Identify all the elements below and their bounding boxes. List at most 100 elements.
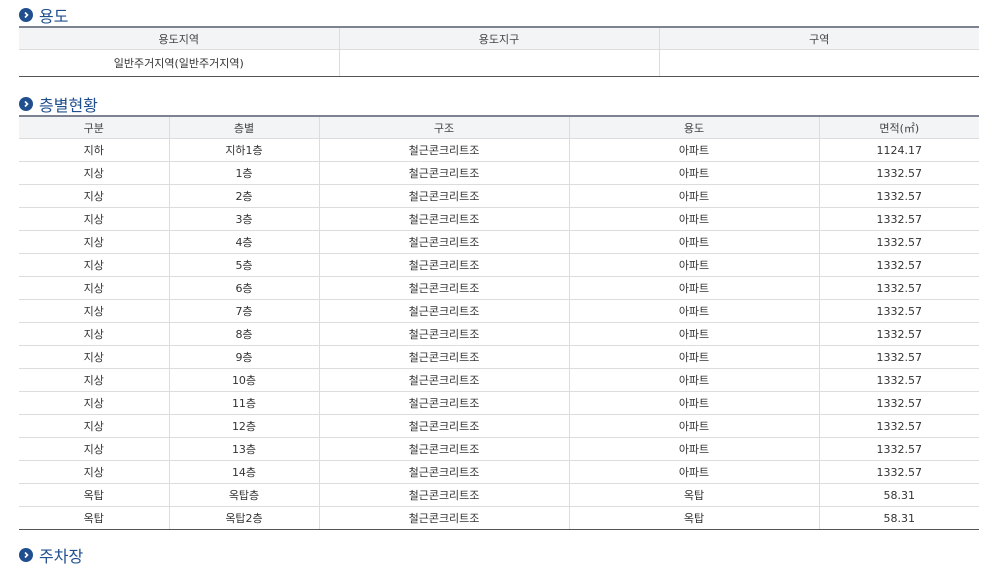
table-cell: 58.31	[818, 506, 979, 530]
table-row: 지상 2층 철근콘크리트조 아파트 1332.57	[19, 184, 979, 208]
table-cell: 지상	[19, 460, 169, 484]
column-header: 용도지구	[338, 26, 659, 50]
table-row: 지상 8층 철근콘크리트조 아파트 1332.57	[19, 322, 979, 346]
table-cell: 1332.57	[818, 322, 979, 346]
table-cell: 지상	[19, 322, 169, 346]
section-title-use: 용도	[19, 3, 68, 27]
table-cell: 아파트	[568, 138, 819, 162]
table-cell: 옥탑2층	[168, 506, 319, 530]
table-cell: 지상	[19, 368, 169, 392]
table-cell: 1층	[168, 161, 319, 185]
table-cell: 아파트	[568, 253, 819, 277]
table-row: 지상 10층 철근콘크리트조 아파트 1332.57	[19, 368, 979, 392]
section-title-label: 주차장	[39, 547, 84, 566]
table-cell: 철근콘크리트조	[318, 161, 569, 185]
table-cell: 1332.57	[818, 184, 979, 208]
table-row: 지상 3층 철근콘크리트조 아파트 1332.57	[19, 207, 979, 231]
table-cell: 1332.57	[818, 368, 979, 392]
table-cell: 옥탑	[19, 506, 169, 530]
table-cell: 아파트	[568, 414, 819, 438]
table-cell: 철근콘크리트조	[318, 207, 569, 231]
table-row: 지상 9층 철근콘크리트조 아파트 1332.57	[19, 345, 979, 369]
table-cell: 1332.57	[818, 460, 979, 484]
table-row: 지상 7층 철근콘크리트조 아파트 1332.57	[19, 299, 979, 323]
table-cell: 1332.57	[818, 207, 979, 231]
column-header: 구조	[318, 115, 569, 139]
table-row: 지상 5층 철근콘크리트조 아파트 1332.57	[19, 253, 979, 277]
table-cell: 11층	[168, 391, 319, 415]
table-cell: 7층	[168, 299, 319, 323]
table-cell: 3층	[168, 207, 319, 231]
table-cell: 지상	[19, 437, 169, 461]
table-cell: 철근콘크리트조	[318, 391, 569, 415]
table-cell: 철근콘크리트조	[318, 299, 569, 323]
table-cell: 철근콘크리트조	[318, 506, 569, 530]
table-row: 지상 11층 철근콘크리트조 아파트 1332.57	[19, 391, 979, 415]
table-cell: 4층	[168, 230, 319, 254]
table-cell: 아파트	[568, 276, 819, 300]
table-cell: 철근콘크리트조	[318, 414, 569, 438]
chevron-right-circle-icon	[19, 548, 33, 562]
table-cell: 철근콘크리트조	[318, 253, 569, 277]
table-cell: 1332.57	[818, 253, 979, 277]
column-header: 구분	[19, 115, 169, 139]
table-cell	[658, 49, 979, 77]
table-cell: 1332.57	[818, 230, 979, 254]
table-cell: 아파트	[568, 437, 819, 461]
table-cell: 58.31	[818, 483, 979, 507]
table-cell: 옥탑	[19, 483, 169, 507]
table-cell: 2층	[168, 184, 319, 208]
chevron-right-circle-icon	[19, 97, 33, 111]
use-table: 용도지역 용도지구 구역 일반주거지역(일반주거지역)	[19, 26, 979, 77]
table-cell: 지상	[19, 230, 169, 254]
table-cell: 철근콘크리트조	[318, 138, 569, 162]
section-title-parking: 주차장	[19, 543, 83, 567]
table-cell: 1332.57	[818, 161, 979, 185]
table-cell: 철근콘크리트조	[318, 368, 569, 392]
table-cell: 1332.57	[818, 276, 979, 300]
table-row: 옥탑 옥탑2층 철근콘크리트조 옥탑 58.31	[19, 506, 979, 530]
table-row: 일반주거지역(일반주거지역)	[19, 49, 979, 77]
floor-table: 구분 층별 구조 용도 면적(㎡) 지하 지하1층 철근콘크리트조 아파트 1124.1…	[19, 115, 979, 530]
section-title-label: 용도	[39, 7, 69, 26]
table-cell: 옥탑층	[168, 483, 319, 507]
table-cell: 아파트	[568, 184, 819, 208]
table-cell: 아파트	[568, 460, 819, 484]
table-cell	[338, 49, 659, 77]
column-header: 면적(㎡)	[818, 115, 979, 139]
table-cell: 아파트	[568, 391, 819, 415]
table-cell: 철근콘크리트조	[318, 460, 569, 484]
table-row: 옥탑 옥탑층 철근콘크리트조 옥탑 58.31	[19, 483, 979, 507]
table-cell: 1332.57	[818, 299, 979, 323]
table-cell: 지상	[19, 276, 169, 300]
table-cell: 아파트	[568, 368, 819, 392]
table-cell: 철근콘크리트조	[318, 437, 569, 461]
table-cell: 아파트	[568, 207, 819, 231]
table-cell: 13층	[168, 437, 319, 461]
section-title-floors: 층별현황	[19, 92, 98, 116]
table-cell: 8층	[168, 322, 319, 346]
table-cell: 철근콘크리트조	[318, 276, 569, 300]
table-header-row: 구분 층별 구조 용도 면적(㎡)	[19, 115, 979, 139]
table-cell: 1332.57	[818, 414, 979, 438]
table-cell: 지상	[19, 161, 169, 185]
table-cell: 옥탑	[568, 483, 819, 507]
table-row: 지상 13층 철근콘크리트조 아파트 1332.57	[19, 437, 979, 461]
section-title-label: 층별현황	[39, 96, 98, 115]
floor-table-body: 지하 지하1층 철근콘크리트조 아파트 1124.17 지상 1층 철근콘크리트조 아파트 133…	[19, 138, 979, 530]
table-cell: 아파트	[568, 230, 819, 254]
table-row: 지상 6층 철근콘크리트조 아파트 1332.57	[19, 276, 979, 300]
table-cell: 아파트	[568, 345, 819, 369]
table-cell: 지상	[19, 345, 169, 369]
table-cell: 지하1층	[168, 138, 319, 162]
table-cell: 지하	[19, 138, 169, 162]
table-cell: 아파트	[568, 322, 819, 346]
table-cell: 5층	[168, 253, 319, 277]
table-cell: 철근콘크리트조	[318, 483, 569, 507]
table-cell: 아파트	[568, 161, 819, 185]
table-row: 지하 지하1층 철근콘크리트조 아파트 1124.17	[19, 138, 979, 162]
table-cell: 지상	[19, 391, 169, 415]
table-header-row: 용도지역 용도지구 구역	[19, 26, 979, 50]
table-row: 지상 12층 철근콘크리트조 아파트 1332.57	[19, 414, 979, 438]
table-row: 지상 14층 철근콘크리트조 아파트 1332.57	[19, 460, 979, 484]
